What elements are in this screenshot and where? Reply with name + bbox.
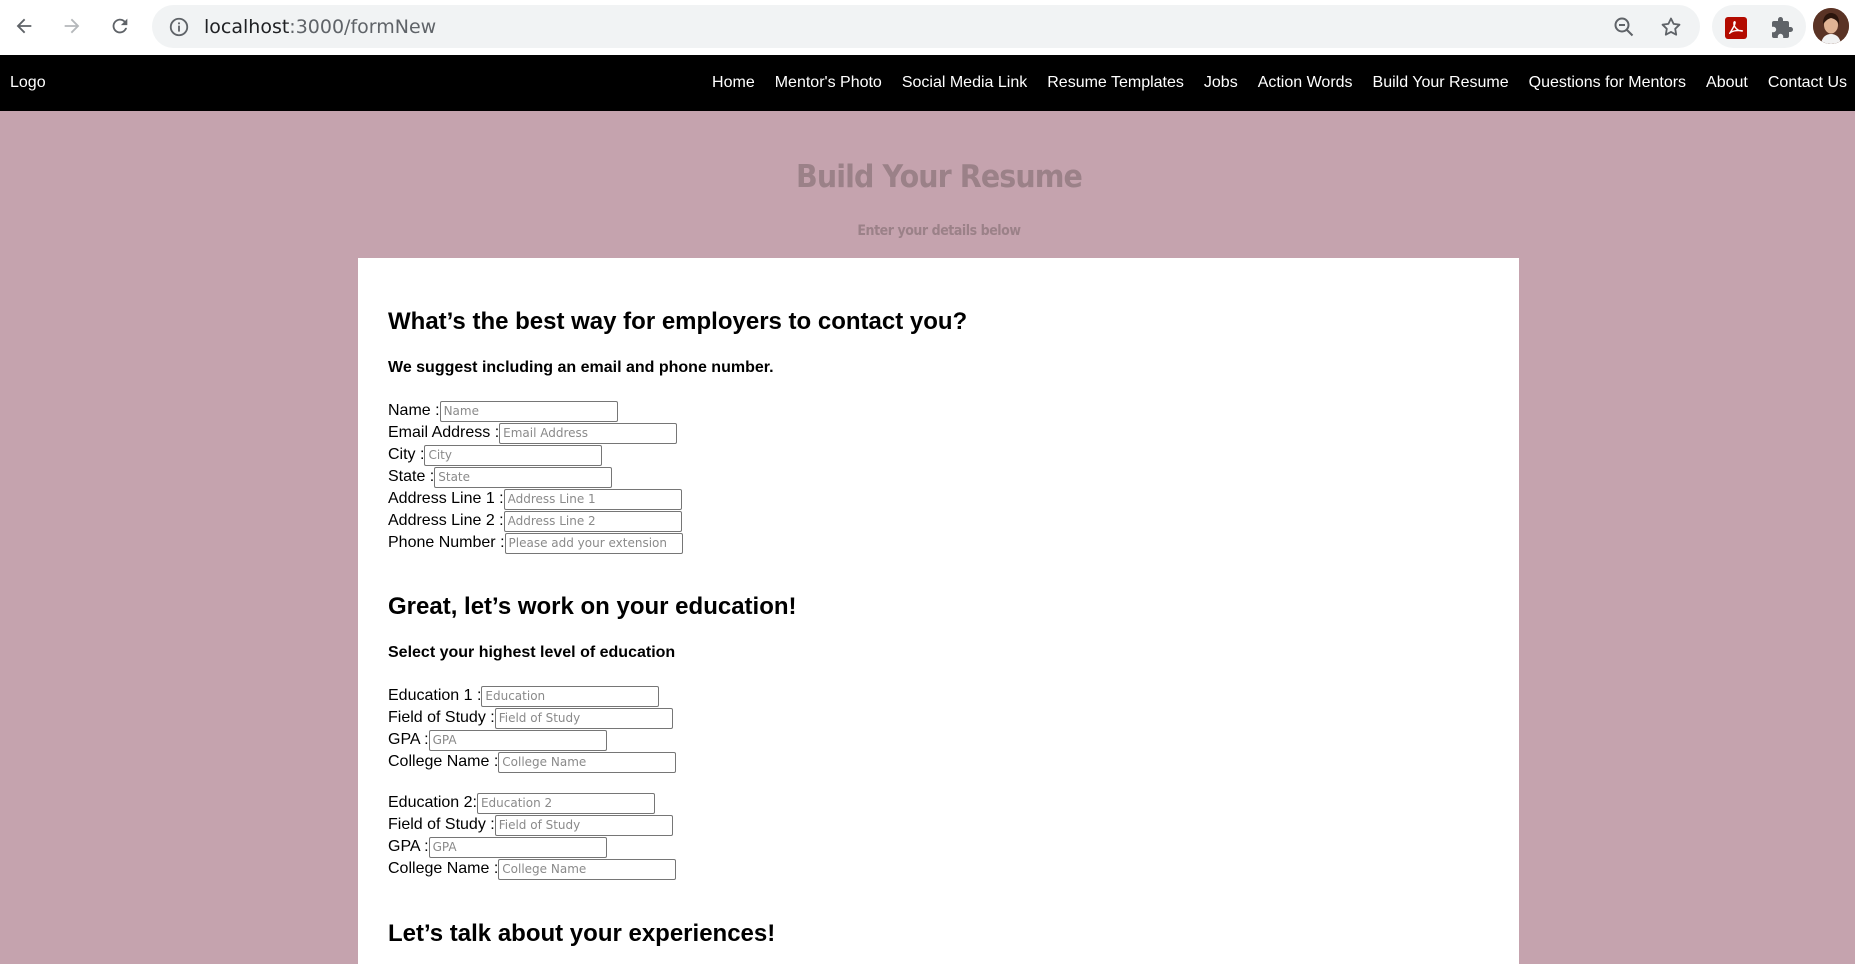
form-row-city: City : [388,444,603,466]
nav-links: Home Mentor's Photo Social Media Link Re… [692,74,1847,92]
pdf-extension-icon[interactable] [1724,16,1748,40]
address-line-1-label: Address Line 1 : [388,490,504,507]
form-row-address-1: Address Line 1 : [388,488,682,510]
gpa-2-label: GPA : [388,838,429,855]
nav-link-home[interactable]: Home [712,74,755,92]
profile-avatar[interactable] [1813,8,1849,44]
education-2-input[interactable] [476,792,655,814]
address-line-2-label: Address Line 2 : [388,512,504,529]
nav-link-social-media-link[interactable]: Social Media Link [902,74,1027,92]
form-row-education-1: Education 1 : [388,685,660,707]
star-icon[interactable] [1659,15,1683,39]
form-row-gpa-1: GPA : [388,729,607,751]
form-row-gpa-2: GPA : [388,836,607,858]
arrow-right-icon [64,18,80,34]
address-line-1-input[interactable] [503,488,682,510]
field-of-study-1-input[interactable] [494,707,673,729]
forward-button[interactable] [56,10,88,42]
puzzle-extension-icon[interactable] [1770,16,1794,40]
gpa-2-input[interactable] [428,836,607,858]
contact-hint: We suggest including an email and phone … [388,359,774,376]
name-label: Name : [388,402,440,419]
url-text[interactable]: localhost:3000/formNew [204,16,436,38]
nav-link-build-your-resume[interactable]: Build Your Resume [1373,74,1509,92]
site-logo[interactable]: Logo [10,74,46,92]
phone-input[interactable] [504,532,683,554]
url-host: localhost [204,16,290,38]
form-row-field-of-study-2: Field of Study : [388,814,673,836]
college-name-2-label: College Name : [388,860,499,877]
state-input[interactable] [434,466,613,488]
arrow-left-icon [16,18,32,34]
form-row-education-2: Education 2: [388,792,655,814]
form-row-field-of-study-1: Field of Study : [388,707,673,729]
form-row-email: Email Address : [388,422,678,444]
field-of-study-1-label: Field of Study : [388,709,495,726]
info-icon[interactable] [168,16,190,38]
education-heading: Great, let’s work on your education! [388,593,797,620]
form-row-college-name-2: College Name : [388,858,677,880]
page-subtitle: Enter your details below [857,223,1021,239]
form-row-phone: Phone Number : [388,532,683,554]
nav-link-mentors-photo[interactable]: Mentor's Photo [775,74,882,92]
page-title: Build Your Resume [796,159,1083,195]
extensions-area [1712,5,1806,48]
form-row-address-2: Address Line 2 : [388,510,682,532]
name-input[interactable] [439,400,618,422]
user-avatar-icon [1813,8,1849,44]
form-row-college-name-1: College Name : [388,751,677,773]
gpa-1-input[interactable] [428,729,607,751]
email-input[interactable] [499,422,678,444]
college-name-1-input[interactable] [498,751,677,773]
college-name-1-label: College Name : [388,753,499,770]
nav-link-jobs[interactable]: Jobs [1204,74,1238,92]
address-bar[interactable]: localhost:3000/formNew [152,5,1700,48]
zoom-out-icon[interactable] [1612,15,1636,39]
education-2-label: Education 2: [388,794,477,811]
contact-heading: What’s the best way for employers to con… [388,308,968,335]
nav-link-action-words[interactable]: Action Words [1258,74,1353,92]
reload-button[interactable] [104,10,136,42]
nav-link-questions-for-mentors[interactable]: Questions for Mentors [1529,74,1686,92]
site-navbar: Logo Home Mentor's Photo Social Media Li… [0,55,1855,111]
city-input[interactable] [424,444,603,466]
email-label: Email Address : [388,424,500,441]
education-1-input[interactable] [481,685,660,707]
form-row-state: State : [388,466,613,488]
education-1-label: Education 1 : [388,687,482,704]
nav-link-resume-templates[interactable]: Resume Templates [1047,74,1184,92]
address-line-2-input[interactable] [503,510,682,532]
experience-heading: Let’s talk about your experiences! [388,920,776,947]
url-path: :3000/formNew [289,16,437,38]
gpa-1-label: GPA : [388,731,429,748]
state-label: State : [388,468,435,485]
college-name-2-input[interactable] [498,858,677,880]
phone-label: Phone Number : [388,534,505,551]
field-of-study-2-label: Field of Study : [388,816,495,833]
browser-toolbar: localhost:3000/formNew [0,0,1855,55]
education-hint: Select your highest level of education [388,644,676,661]
nav-link-about[interactable]: About [1706,74,1748,92]
reload-icon [112,18,128,34]
back-button[interactable] [8,10,40,42]
city-label: City : [388,446,425,463]
resume-form-card: What’s the best way for employers to con… [358,258,1519,964]
form-row-name: Name : [388,400,618,422]
field-of-study-2-input[interactable] [494,814,673,836]
nav-link-contact-us[interactable]: Contact Us [1768,74,1847,92]
